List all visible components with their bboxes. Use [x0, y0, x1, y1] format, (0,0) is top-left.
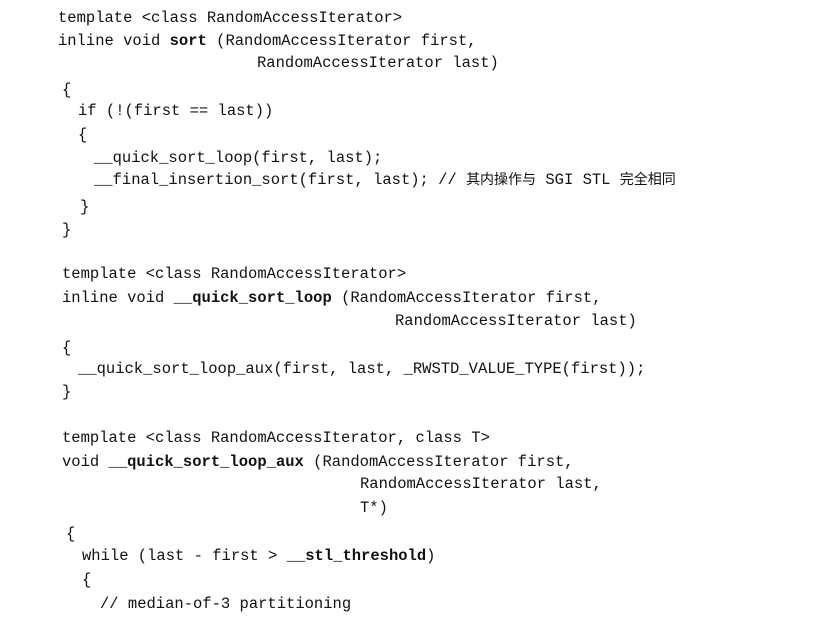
code-text: void — [62, 453, 109, 471]
code-text: { — [62, 81, 72, 99]
code-text: SGI STL — [536, 171, 620, 189]
code-text: inline void — [58, 32, 170, 50]
code-line: { — [62, 338, 71, 358]
code-text: ) — [426, 547, 436, 565]
code-line: __quick_sort_loop(first, last); — [94, 148, 382, 168]
code-line: void __quick_sort_loop_aux (RandomAccess… — [62, 452, 574, 472]
comment-text: 完全相同 — [619, 172, 676, 188]
code-listing: template <class RandomAccessIterator> inl… — [0, 0, 840, 633]
code-text: { — [82, 571, 92, 589]
code-line: __final_insertion_sort(first, last); // … — [94, 170, 676, 190]
code-text: RandomAccessIterator last) — [395, 312, 637, 330]
code-line: } — [62, 220, 71, 240]
code-line: if (!(first == last)) — [78, 101, 273, 121]
code-text: T*) — [360, 499, 388, 517]
code-line: { — [66, 524, 75, 544]
code-line: template <class RandomAccessIterator, cl… — [62, 428, 490, 448]
code-line: } — [62, 382, 71, 402]
code-text: template <class RandomAccessIterator, cl… — [62, 429, 490, 447]
code-line: RandomAccessIterator last) — [257, 53, 499, 73]
code-text: } — [62, 383, 72, 401]
code-text: (RandomAccessIterator first, — [303, 453, 574, 471]
code-line: template <class RandomAccessIterator> — [62, 264, 406, 284]
function-name: __quick_sort_loop — [173, 289, 332, 307]
code-line: } — [80, 197, 89, 217]
code-line: RandomAccessIterator last) — [395, 311, 637, 331]
code-line: // median-of-3 partitioning — [100, 594, 351, 614]
code-text: __quick_sort_loop(first, last); — [94, 149, 383, 167]
comment-text: 其内操作与 — [466, 172, 537, 188]
code-text: { — [62, 339, 72, 357]
code-text: (RandomAccessIterator first, — [331, 289, 602, 307]
code-text: inline void — [62, 289, 174, 307]
code-text: while (last - first > — [82, 547, 287, 565]
function-name: __stl_threshold — [286, 547, 427, 565]
code-text: } — [80, 198, 90, 216]
code-text: __quick_sort_loop_aux(first, last, _RWST… — [78, 360, 646, 378]
code-line: inline void sort (RandomAccessIterator f… — [58, 31, 477, 51]
code-line: __quick_sort_loop_aux(first, last, _RWST… — [78, 359, 645, 379]
code-line: { — [78, 125, 87, 145]
code-text: if (!(first == last)) — [78, 102, 274, 120]
code-line: T*) — [360, 498, 388, 518]
code-text: template <class RandomAccessIterator> — [62, 265, 407, 283]
function-name: __quick_sort_loop_aux — [108, 453, 304, 471]
code-line: inline void __quick_sort_loop (RandomAcc… — [62, 288, 602, 308]
code-text: __final_insertion_sort(first, last); // — [94, 171, 467, 189]
code-line: RandomAccessIterator last, — [360, 474, 602, 494]
code-line: { — [82, 570, 91, 590]
code-text: // median-of-3 partitioning — [100, 595, 352, 613]
code-text: template <class RandomAccessIterator> — [58, 9, 403, 27]
code-text: { — [78, 126, 88, 144]
code-line: { — [62, 80, 71, 100]
code-text: { — [66, 525, 76, 543]
code-line: template <class RandomAccessIterator> — [58, 8, 402, 28]
code-text: RandomAccessIterator last, — [360, 475, 602, 493]
code-text: } — [62, 221, 72, 239]
code-line: while (last - first > __stl_threshold) — [82, 546, 435, 566]
function-name: sort — [169, 32, 207, 50]
code-text: (RandomAccessIterator first, — [206, 32, 477, 50]
code-text: RandomAccessIterator last) — [257, 54, 499, 72]
